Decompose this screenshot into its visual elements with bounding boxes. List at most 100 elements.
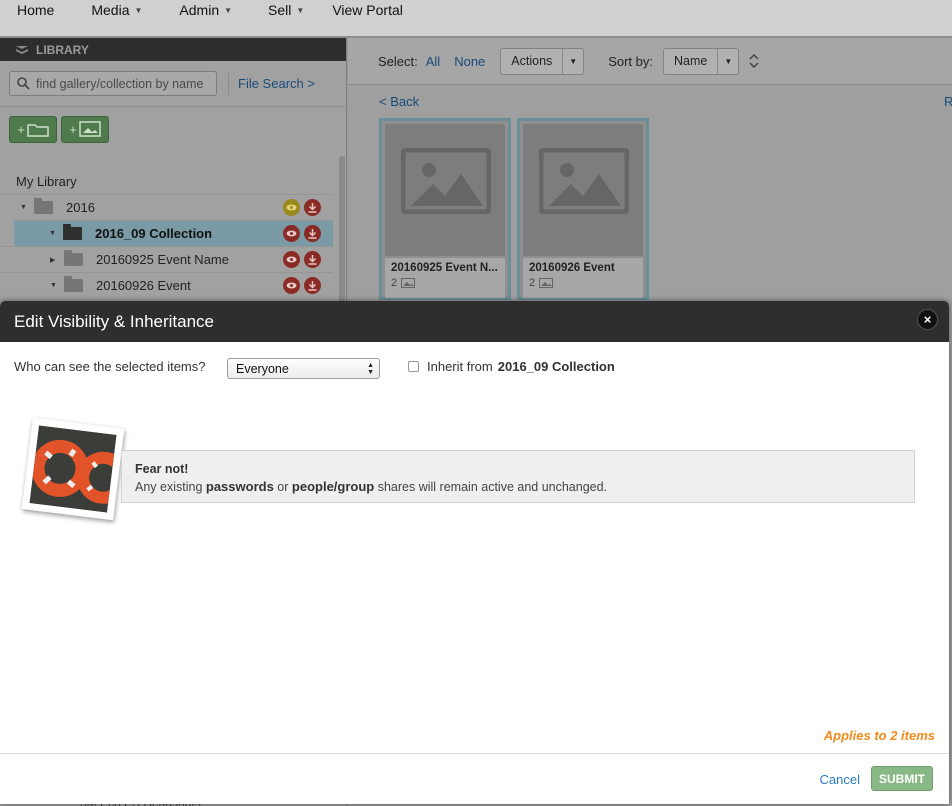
gallery-count-value: 2: [391, 277, 398, 289]
sort-order-icon[interactable]: [749, 54, 759, 68]
expand-arrow-icon[interactable]: ▶: [50, 256, 60, 264]
sort-label: Sort by:: [608, 53, 653, 69]
inherit-checkbox[interactable]: [408, 361, 419, 372]
visibility-select-value: Everyone: [236, 361, 289, 376]
close-icon: ×: [923, 312, 932, 327]
tree-item-label: 2016: [66, 200, 95, 215]
edit-visibility-modal: Edit Visibility & Inheritance × Who can …: [0, 301, 949, 804]
plus-icon: +: [17, 121, 25, 137]
tree-item-20160926[interactable]: ▼ 20160926 Event: [0, 272, 333, 298]
library-header-label: LIBRARY: [36, 42, 89, 57]
image-placeholder-icon: [401, 148, 491, 214]
notice-or: or: [277, 480, 289, 494]
applies-count: Applies to 2 items: [823, 728, 935, 743]
gallery-count-value: 2: [529, 277, 536, 289]
select-all-link[interactable]: All: [426, 54, 440, 69]
tree-item-actions: [283, 251, 321, 268]
gallery-caption: 20160926 Event 2: [523, 258, 643, 298]
search-placeholder: find gallery/collection by name: [36, 76, 204, 91]
download-icon[interactable]: [304, 199, 321, 216]
nav-sell-label: Sell: [268, 2, 292, 18]
gallery-name: 20160925 Event N...: [391, 262, 498, 274]
visibility-eye-icon[interactable]: [283, 225, 300, 242]
nav-view-portal[interactable]: View Portal: [332, 0, 403, 18]
select-label: Select:: [378, 53, 418, 69]
nav-admin[interactable]: Admin ▼: [179, 0, 232, 18]
nav-home[interactable]: Home: [17, 0, 54, 18]
folder-icon: [63, 224, 82, 240]
sidebar-scrollbar[interactable]: [339, 156, 345, 304]
visibility-eye-icon[interactable]: [283, 251, 300, 268]
search-icon: [17, 77, 30, 90]
gallery-count: 2: [391, 277, 499, 289]
tree-item-2016[interactable]: ▼ 2016: [0, 194, 333, 220]
add-collection-button[interactable]: +: [9, 115, 57, 143]
nav-admin-label: Admin: [179, 2, 220, 18]
notice-passwords: passwords: [205, 479, 274, 494]
nav-sell[interactable]: Sell ▼: [268, 0, 304, 18]
caret-down-icon: ▼: [717, 48, 738, 74]
folder-icon: [34, 198, 53, 214]
expand-arrow-icon[interactable]: ▼: [50, 282, 60, 289]
life-ring-image: [29, 425, 117, 513]
gallery-count: 2: [529, 277, 637, 289]
download-icon[interactable]: [304, 277, 321, 294]
gallery-card[interactable]: 20160925 Event N... 2: [379, 118, 511, 300]
actions-label: Actions: [511, 54, 553, 68]
image-icon: [539, 278, 554, 288]
sort-value: Name: [674, 54, 708, 68]
add-gallery-button[interactable]: +: [61, 115, 109, 143]
visibility-eye-icon[interactable]: [283, 199, 300, 216]
notice-post: shares will remain active and unchanged.: [377, 480, 608, 494]
nav-home-label: Home: [17, 2, 55, 18]
back-link[interactable]: < Back: [379, 94, 419, 109]
tree-item-20160925[interactable]: ▶ 20160925 Event Name: [0, 246, 333, 272]
inherit-label: Inherit from: [427, 359, 493, 374]
image-icon: [79, 121, 101, 137]
sort-dropdown[interactable]: Name ▼: [663, 47, 740, 75]
tree-item-label: 20160926 Event: [96, 278, 191, 293]
inherit-target: 2016_09 Collection: [497, 359, 615, 374]
top-navigation: Home Media ▼ Admin ▼ Sell ▼ View Portal: [0, 0, 952, 38]
library-header: LIBRARY: [0, 38, 346, 61]
reassurance-notice: Fear not! Any existing passwords or peop…: [121, 450, 915, 503]
nav-media-label: Media: [91, 2, 130, 18]
gallery-card[interactable]: 20160926 Event 2: [517, 118, 649, 300]
modal-footer: Cancel SUBMIT: [0, 753, 949, 804]
submit-button[interactable]: SUBMIT: [871, 766, 933, 791]
expand-arrow-icon[interactable]: ▼: [20, 204, 30, 211]
nav-view-portal-label: View Portal: [332, 2, 403, 18]
gallery-thumbnail: [385, 124, 505, 256]
close-button[interactable]: ×: [917, 309, 938, 330]
modal-title: Edit Visibility & Inheritance: [14, 311, 215, 331]
visibility-question-label: Who can see the selected items?: [14, 359, 206, 374]
nav-media[interactable]: Media ▼: [91, 0, 142, 18]
right-link-partial[interactable]: R: [944, 94, 952, 109]
notice-people: people/group: [291, 479, 375, 494]
cancel-button[interactable]: Cancel: [820, 772, 860, 787]
caret-down-icon: ▼: [296, 5, 305, 15]
caret-down-icon: ▼: [134, 5, 143, 15]
my-library-label: My Library: [16, 174, 77, 189]
visibility-question: Who can see the selected items?: [14, 359, 206, 374]
tree-item-2016-09-collection[interactable]: ▼ 2016_09 Collection: [14, 220, 333, 246]
folder-icon: [27, 123, 49, 137]
inherit-option: Inherit from 2016_09 Collection: [408, 359, 615, 374]
visibility-select[interactable]: Everyone ▲ ▼: [227, 358, 380, 379]
sidebar-search-row: find gallery/collection by name File Sea…: [0, 61, 346, 107]
select-none-link[interactable]: None: [454, 54, 485, 69]
expand-arrow-icon[interactable]: ▼: [49, 230, 59, 237]
gallery-thumbnail: [523, 124, 643, 256]
notice-body: Any existing passwords or people/group s…: [135, 479, 914, 494]
gallery-search-input[interactable]: find gallery/collection by name: [9, 71, 217, 96]
tree-item-actions: [283, 225, 321, 242]
actions-dropdown[interactable]: Actions ▼: [500, 47, 585, 75]
notice-pre: Any existing: [135, 480, 203, 494]
tree-item-actions: [283, 277, 321, 294]
notice-title: Fear not!: [135, 462, 189, 476]
visibility-eye-icon[interactable]: [283, 277, 300, 294]
download-icon[interactable]: [304, 225, 321, 242]
file-search-link[interactable]: File Search >: [228, 72, 315, 95]
download-icon[interactable]: [304, 251, 321, 268]
select-arrows-icon: ▲ ▼: [367, 362, 374, 376]
